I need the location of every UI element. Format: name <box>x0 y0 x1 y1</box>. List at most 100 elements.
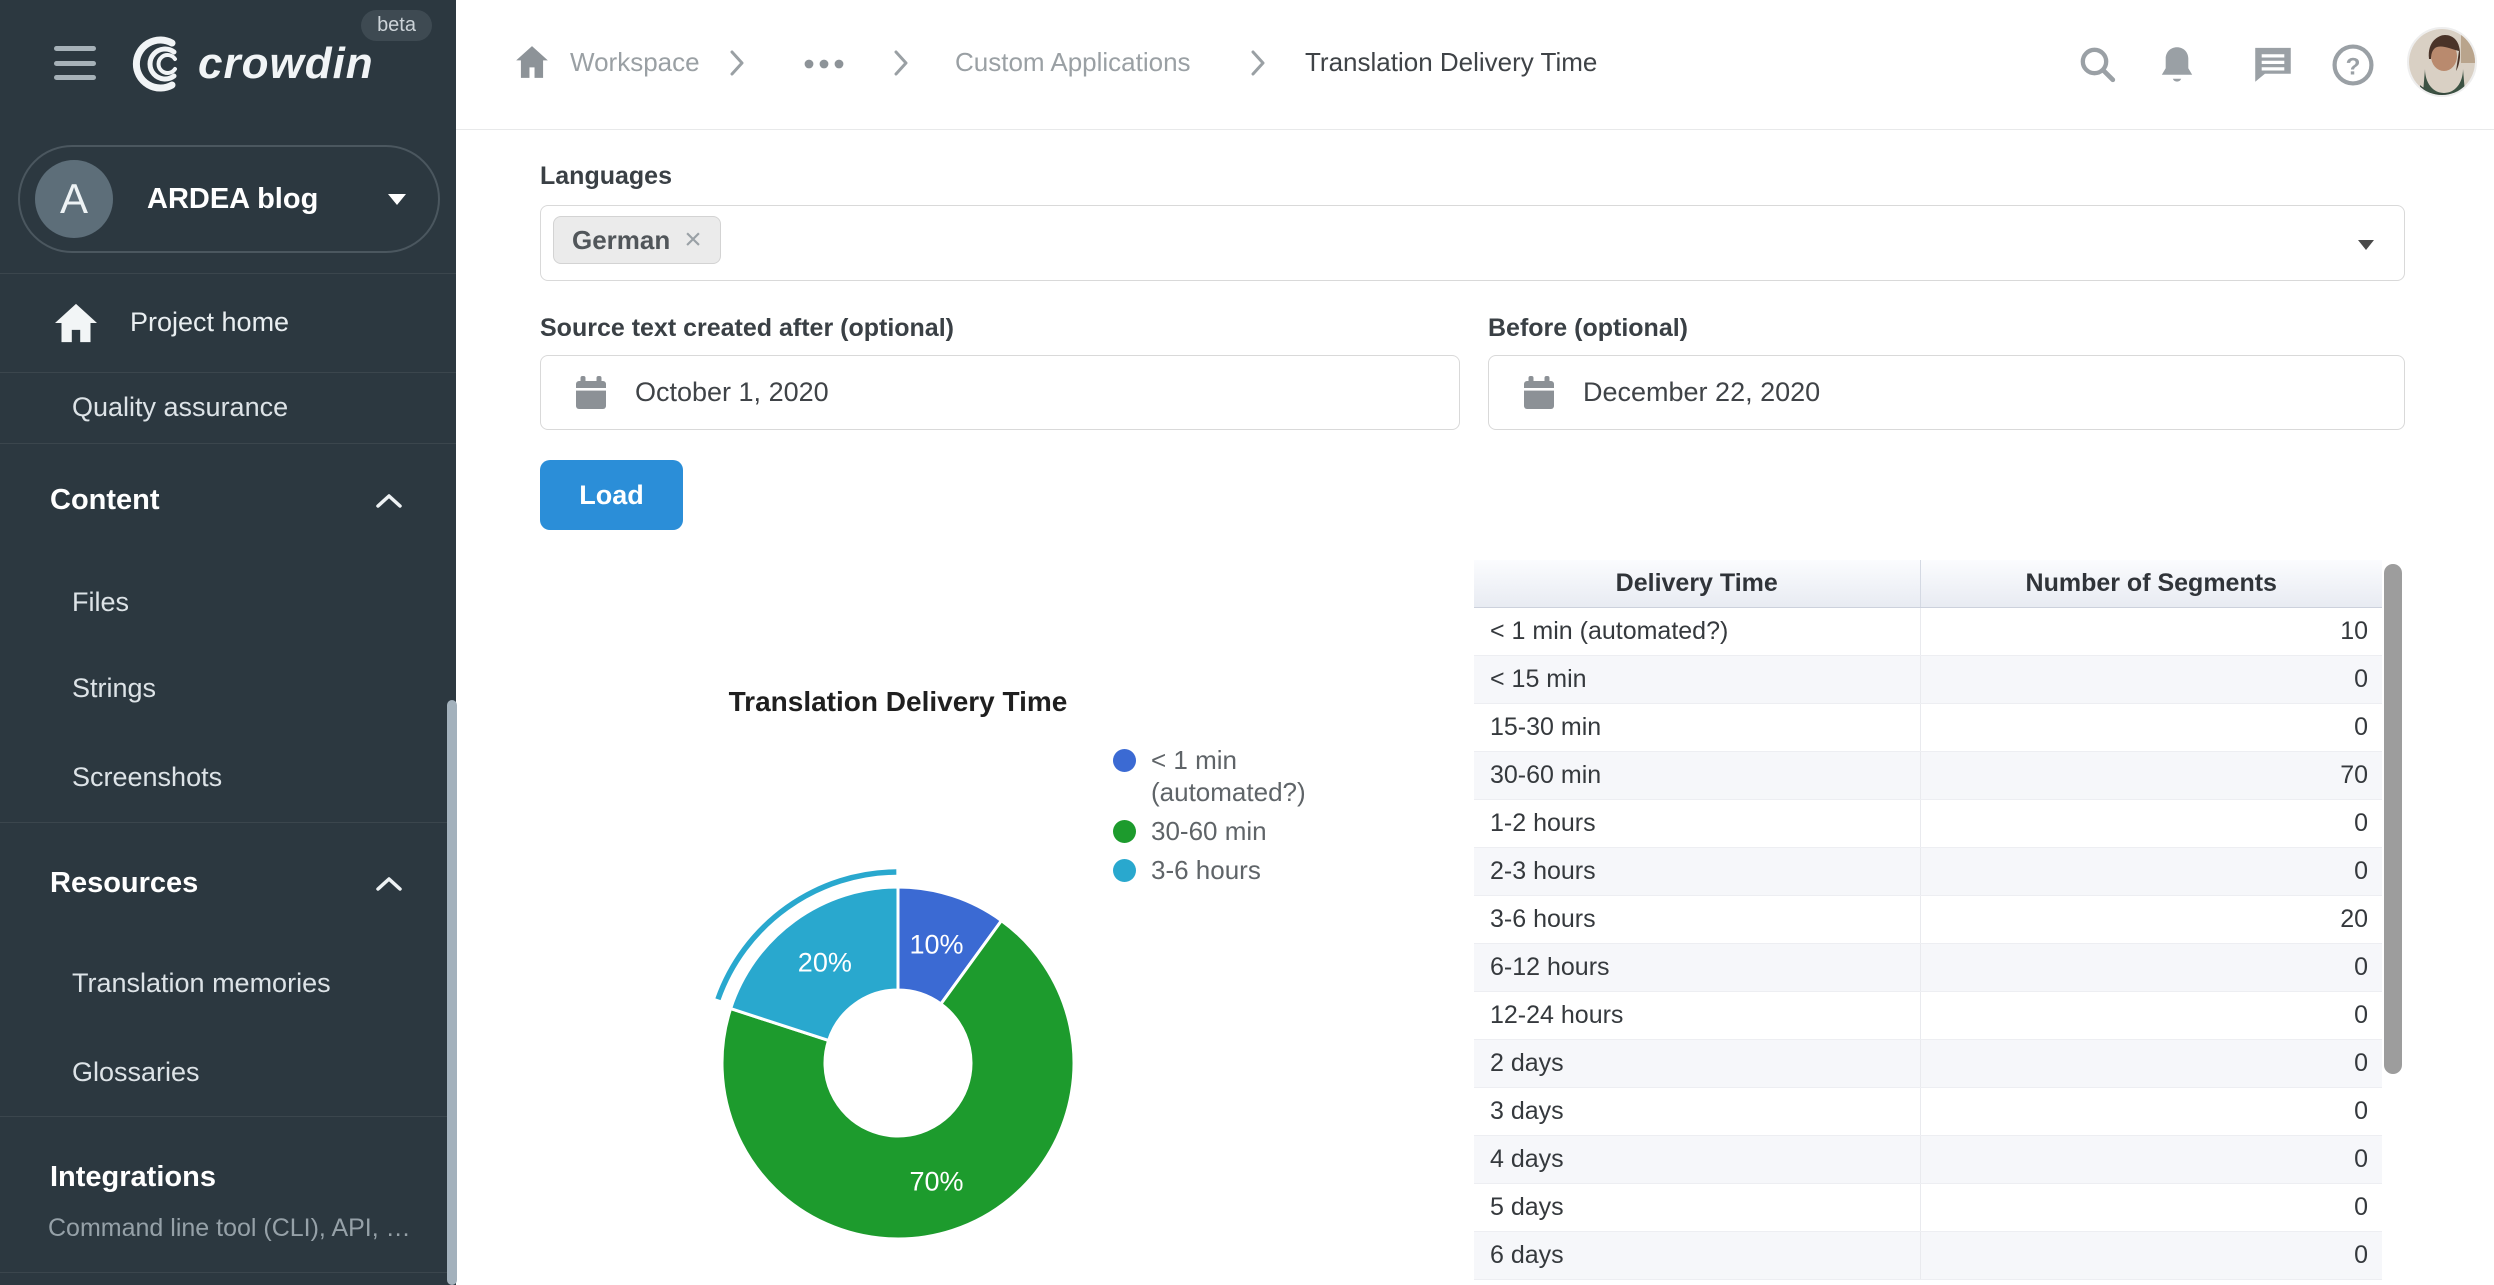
segments-count-cell: 0 <box>1920 991 2382 1039</box>
home-icon <box>53 302 99 344</box>
slice-percent-label: 20% <box>798 947 852 977</box>
table-row[interactable]: < 15 min0 <box>1474 655 2382 703</box>
sidebar-item-glossaries[interactable]: Glossaries <box>0 1032 448 1112</box>
sidebar: crowdin beta A ARDEA blog Project home Q… <box>0 0 456 1285</box>
top-header: Workspace Custom Applications Translatio… <box>456 0 2494 130</box>
load-button[interactable]: Load <box>540 460 683 530</box>
table-row[interactable]: 6 days0 <box>1474 1231 2382 1279</box>
sidebar-item-label: Glossaries <box>72 1057 200 1088</box>
sidebar-item-label: Strings <box>72 673 156 704</box>
notifications-icon[interactable] <box>2157 44 2197 91</box>
breadcrumb-ellipsis-icon[interactable] <box>803 57 845 75</box>
segments-count-cell: 0 <box>1920 1135 2382 1183</box>
delivery-time-cell: 12-24 hours <box>1474 991 1920 1039</box>
calendar-icon <box>575 375 607 411</box>
column-header-1[interactable]: Delivery Time <box>1474 560 1920 607</box>
select-caret-icon <box>2358 240 2374 250</box>
table-row[interactable]: 5 days0 <box>1474 1183 2382 1231</box>
table-row[interactable]: 2 days0 <box>1474 1039 2382 1087</box>
legend-item-2[interactable]: 30-60 min <box>1113 815 1363 847</box>
legend-label: < 1 min (automated?) <box>1151 744 1341 808</box>
user-avatar-image <box>2409 29 2477 97</box>
table-row[interactable]: 4 days0 <box>1474 1135 2382 1183</box>
calendar-icon <box>1523 375 1555 411</box>
sidebar-item-files[interactable]: Files <box>0 562 448 642</box>
sidebar-section-content[interactable]: Content <box>0 460 448 540</box>
breadcrumb-custom-applications[interactable]: Custom Applications <box>955 47 1191 78</box>
project-avatar-letter: A <box>60 175 88 223</box>
delivery-time-cell: 3 days <box>1474 1087 1920 1135</box>
languages-select[interactable]: German × <box>540 205 2405 281</box>
segments-count-cell: 70 <box>1920 751 2382 799</box>
delivery-time-cell: 4 days <box>1474 1135 1920 1183</box>
section-label: Resources <box>50 867 198 900</box>
legend-dot-icon <box>1113 820 1136 843</box>
before-date-input[interactable]: December 22, 2020 <box>1488 355 2405 430</box>
segments-count-cell: 0 <box>1920 1183 2382 1231</box>
project-name: ARDEA blog <box>147 183 318 216</box>
table-row[interactable]: 6-12 hours0 <box>1474 943 2382 991</box>
segments-count-cell: 0 <box>1920 703 2382 751</box>
divider <box>0 1116 456 1117</box>
breadcrumb-chevron-icon <box>893 50 909 81</box>
sidebar-item-project-home[interactable]: Project home <box>0 273 448 372</box>
breadcrumb-workspace[interactable]: Workspace <box>570 47 700 78</box>
sidebar-item-translation-memories[interactable]: Translation memories <box>0 943 448 1023</box>
table-row[interactable]: 1-2 hours0 <box>1474 799 2382 847</box>
breadcrumb-home-icon[interactable] <box>513 43 551 86</box>
project-selector[interactable]: A ARDEA blog <box>18 145 440 253</box>
segments-count-cell: 0 <box>1920 655 2382 703</box>
legend-label: 30-60 min <box>1151 815 1341 847</box>
table-row[interactable]: 15-30 min0 <box>1474 703 2382 751</box>
search-icon[interactable] <box>2077 44 2117 89</box>
sidebar-item-quality-assurance[interactable]: Quality assurance <box>0 372 448 443</box>
legend-item-1[interactable]: < 1 min (automated?) <box>1113 744 1363 808</box>
segments-count-cell: 0 <box>1920 943 2382 991</box>
table-row[interactable]: 12-24 hours0 <box>1474 991 2382 1039</box>
table-row[interactable]: 30-60 min70 <box>1474 751 2382 799</box>
table-scrollbar[interactable] <box>2384 564 2402 1074</box>
section-label: Integrations <box>50 1161 216 1194</box>
legend-dot-icon <box>1113 749 1136 772</box>
segments-count-cell: 0 <box>1920 799 2382 847</box>
legend-item-3[interactable]: 3-6 hours <box>1113 854 1363 886</box>
delivery-time-cell: 6 days <box>1474 1231 1920 1279</box>
integrations-caption: Command line tool (CLI), API, … <box>0 1203 448 1253</box>
table-row[interactable]: 2-3 hours0 <box>1474 847 2382 895</box>
delivery-time-cell: < 15 min <box>1474 655 1920 703</box>
languages-label: Languages <box>540 162 672 191</box>
crowdin-logo[interactable]: crowdin <box>122 36 374 92</box>
sidebar-section-resources[interactable]: Resources <box>0 843 448 923</box>
column-header-2[interactable]: Number of Segments <box>1920 560 2382 607</box>
delivery-time-cell: 30-60 min <box>1474 751 1920 799</box>
user-avatar[interactable] <box>2407 27 2477 97</box>
sidebar-item-label: Translation memories <box>72 968 331 999</box>
table-row[interactable]: 3 days0 <box>1474 1087 2382 1135</box>
table-row[interactable]: < 1 min (automated?)10 <box>1474 607 2382 655</box>
after-date-input[interactable]: October 1, 2020 <box>540 355 1460 430</box>
breadcrumb-current-page: Translation Delivery Time <box>1305 47 1597 78</box>
segments-count-cell: 0 <box>1920 1231 2382 1279</box>
messages-icon[interactable] <box>2252 44 2294 89</box>
sidebar-item-label: Files <box>72 587 129 618</box>
segments-count-cell: 0 <box>1920 847 2382 895</box>
segments-count-cell: 20 <box>1920 895 2382 943</box>
help-icon[interactable]: ? <box>2332 44 2374 91</box>
chart-legend: < 1 min (automated?) 30-60 min 3-6 hours <box>1113 744 1363 893</box>
delivery-time-cell: 2 days <box>1474 1039 1920 1087</box>
sidebar-item-strings[interactable]: Strings <box>0 648 448 728</box>
after-date-value: October 1, 2020 <box>635 377 829 408</box>
sidebar-item-screenshots[interactable]: Screenshots <box>0 737 448 817</box>
crowdin-logo-icon <box>122 36 188 92</box>
divider <box>0 1272 456 1273</box>
sidebar-item-label: Screenshots <box>72 762 222 793</box>
remove-language-icon[interactable]: × <box>684 223 702 257</box>
language-chip-label: German <box>572 225 670 256</box>
slice-percent-label: 70% <box>909 1166 963 1196</box>
sidebar-scrollbar[interactable] <box>447 700 457 1285</box>
delivery-time-cell: 2-3 hours <box>1474 847 1920 895</box>
breadcrumb-chevron-icon <box>729 50 745 81</box>
language-chip-german[interactable]: German × <box>553 216 721 264</box>
menu-icon[interactable] <box>54 46 96 80</box>
table-row[interactable]: 3-6 hours20 <box>1474 895 2382 943</box>
